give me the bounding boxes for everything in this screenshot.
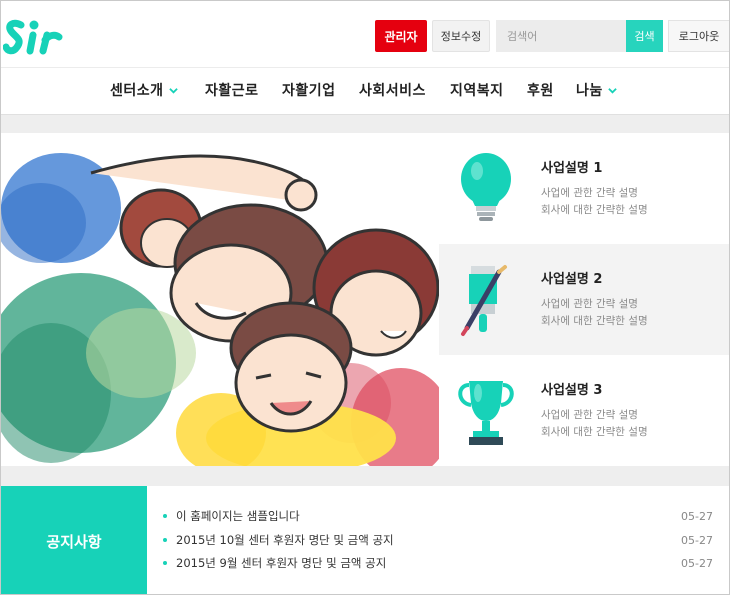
lightbulb-icon <box>461 153 511 221</box>
business-desc-line: 사업에 관한 간략 설명 <box>541 187 638 199</box>
business-title: 사업설명 3 <box>541 383 603 398</box>
nav-item-self-support-work[interactable]: 자활근로 <box>205 80 259 100</box>
trophy-icon <box>458 381 514 445</box>
nav-item-label: 후원 <box>527 83 554 99</box>
admin-button[interactable]: 관리자 <box>375 20 427 52</box>
header: 관리자 정보수정 검색어 검색 로그아웃 <box>1 1 729 67</box>
nav-item-label: 나눔 <box>576 83 603 99</box>
main-nav: 센터소개 자활근로 자활기업 사회서비스 지역복지 후원 나눔 <box>1 67 729 115</box>
business-desc-line: 회사에 대한 간략한 설명 <box>541 204 648 216</box>
nav-item-sharing[interactable]: 나눔 <box>576 80 617 100</box>
business-desc-line: 사업에 관한 간략 설명 <box>541 298 638 310</box>
business-desc-line: 회사에 대한 간략한 설명 <box>541 315 648 327</box>
notice-item[interactable]: 2015년 9월 센터 후원자 명단 및 금액 공지 05-27 <box>163 553 713 573</box>
nav-item-label: 센터소개 <box>110 83 164 99</box>
business-desc: 사업에 관한 간략 설명 회사에 대한 간략한 설명 <box>541 185 648 219</box>
nav-item-center-intro[interactable]: 센터소개 <box>110 80 178 100</box>
section-divider <box>1 466 729 486</box>
business-item-3[interactable]: 사업설명 3 사업에 관한 간략 설명 회사에 대한 간략한 설명 <box>439 355 729 466</box>
notice-item-title[interactable]: 이 홈페이지는 샘플입니다 <box>176 508 300 524</box>
hero-illustration <box>1 133 439 466</box>
nav-item-label: 자활기업 <box>282 83 336 99</box>
notice-item-date: 05-27 <box>681 556 713 570</box>
notice-item-date: 05-27 <box>681 509 713 523</box>
bullet-icon <box>163 514 167 518</box>
nav-item-label: 사회서비스 <box>359 83 426 99</box>
search-button[interactable]: 검색 <box>626 20 663 52</box>
section-divider <box>1 115 729 133</box>
notice-item[interactable]: 이 홈페이지는 샘플입니다 05-27 <box>163 506 713 526</box>
edit-profile-button[interactable]: 정보수정 <box>432 20 490 52</box>
business-item-2[interactable]: 사업설명 2 사업에 관한 간략 설명 회사에 대한 간략한 설명 <box>439 244 729 355</box>
search-input[interactable]: 검색어 <box>496 20 626 52</box>
notice-list: 이 홈페이지는 샘플입니다 05-27 2015년 10월 센터 후원자 명단 … <box>147 486 729 594</box>
nav-item-sponsor[interactable]: 후원 <box>527 80 554 100</box>
nav-item-label: 지역복지 <box>450 83 504 99</box>
chevron-down-icon <box>168 87 178 94</box>
notice-title[interactable]: 공지사항 <box>1 486 147 594</box>
bullet-icon <box>163 538 167 542</box>
business-title: 사업설명 1 <box>541 161 603 176</box>
chevron-down-icon <box>608 87 617 94</box>
sir-logo[interactable] <box>3 13 63 57</box>
paint-brush-icon <box>461 265 507 336</box>
business-desc-line: 사업에 관한 간략 설명 <box>541 409 638 421</box>
notice-item-date: 05-27 <box>681 533 713 547</box>
business-title: 사업설명 2 <box>541 272 603 287</box>
business-desc: 사업에 관한 간략 설명 회사에 대한 간략한 설명 <box>541 296 648 330</box>
business-desc-line: 회사에 대한 간략한 설명 <box>541 426 648 438</box>
nav-item-self-support-company[interactable]: 자활기업 <box>282 80 336 100</box>
nav-item-local-welfare[interactable]: 지역복지 <box>450 80 504 100</box>
nav-item-social-service[interactable]: 사회서비스 <box>359 80 426 100</box>
notice-item-title[interactable]: 2015년 10월 센터 후원자 명단 및 금액 공지 <box>176 532 394 548</box>
nav-item-label: 자활근로 <box>205 83 259 99</box>
business-item-1[interactable]: 사업설명 1 사업에 관한 간략 설명 회사에 대한 간략한 설명 <box>439 133 729 244</box>
notice-item[interactable]: 2015년 10월 센터 후원자 명단 및 금액 공지 05-27 <box>163 530 713 550</box>
business-desc: 사업에 관한 간략 설명 회사에 대한 간략한 설명 <box>541 407 648 441</box>
logout-button[interactable]: 로그아웃 <box>668 20 729 52</box>
notice-item-title[interactable]: 2015년 9월 센터 후원자 명단 및 금액 공지 <box>176 555 386 571</box>
bullet-icon <box>163 561 167 565</box>
page-frame: 관리자 정보수정 검색어 검색 로그아웃 센터소개 자활근로 자활기업 사회서비… <box>0 0 730 595</box>
